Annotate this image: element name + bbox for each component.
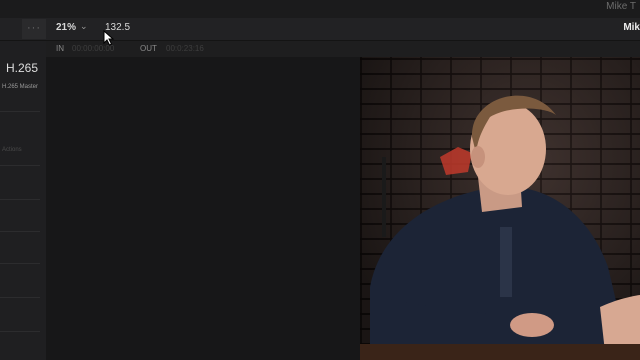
chevron-down-icon[interactable]: ⌄ <box>80 21 88 32</box>
panel-divider <box>0 111 40 112</box>
user-name: Mike T <box>606 1 636 12</box>
viewer-canvas[interactable] <box>46 57 360 360</box>
video-preview[interactable] <box>360 57 640 360</box>
more-dots-icon: ··· <box>27 22 41 34</box>
panel-divider <box>0 263 40 264</box>
in-out-bar: IN 00:00:00:00 OUT 00:0:23:16 <box>46 41 640 57</box>
panel-divider <box>0 199 40 200</box>
top-strip: Mike T <box>0 0 640 18</box>
video-frame-art <box>360 95 640 360</box>
more-options-button[interactable]: ··· <box>22 19 46 39</box>
preset-label[interactable]: H.265 Master <box>2 84 38 90</box>
faint-label: Actions <box>2 147 22 153</box>
panel-divider <box>0 165 40 166</box>
out-timecode[interactable]: 00:0:23:16 <box>166 44 204 53</box>
viewer-toolbar: ··· 21% ⌄ 132.5 Mik <box>0 18 640 41</box>
panel-divider <box>0 297 40 298</box>
red-prop <box>440 147 472 175</box>
table <box>360 344 640 360</box>
panel-divider <box>0 331 40 332</box>
out-label: OUT <box>140 44 157 53</box>
render-settings-panel: H.265 H.265 Master Actions <box>0 41 46 360</box>
mouse-cursor-icon <box>103 30 115 46</box>
panel-divider <box>0 231 40 232</box>
in-label: IN <box>56 44 64 53</box>
zoom-level[interactable]: 21% <box>56 22 76 33</box>
toolbar-right-label: Mik <box>623 22 640 33</box>
codec-title: H.265 <box>6 61 39 75</box>
